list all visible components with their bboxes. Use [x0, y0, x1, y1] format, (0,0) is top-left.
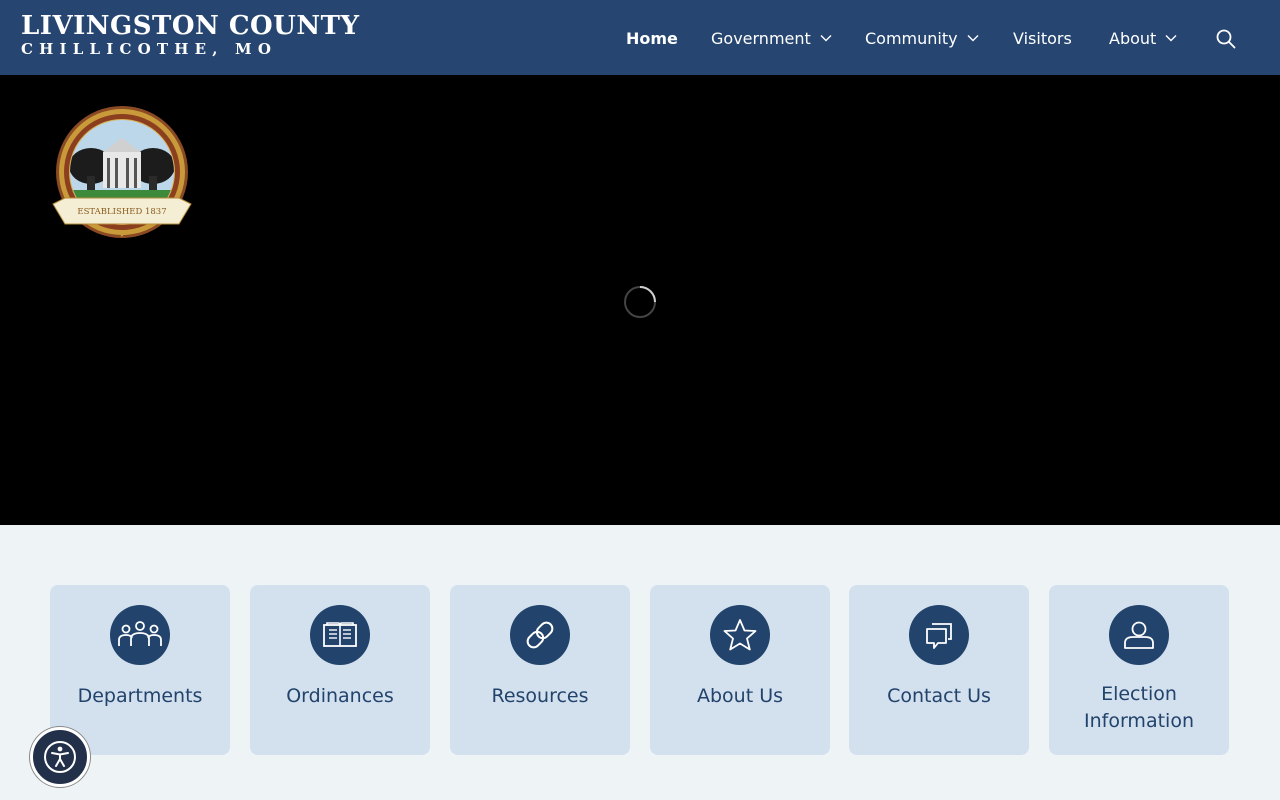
quick-link-resources[interactable]: Resources [450, 585, 630, 755]
chat-bubbles-icon [909, 605, 969, 665]
quick-link-label: Ordinances [286, 685, 394, 707]
nav-home-label: Home [626, 28, 678, 48]
quick-link-label: About Us [696, 685, 784, 707]
site-logo[interactable]: LIVINGSTON COUNTY CHILLICOTHE, MO [21, 12, 360, 58]
chevron-down-icon [967, 35, 979, 42]
accessibility-button[interactable] [30, 727, 90, 787]
logo-title: LIVINGSTON COUNTY [21, 11, 360, 41]
nav-home[interactable]: Home [626, 28, 678, 48]
nav-community-label: Community [865, 28, 958, 48]
svg-text:★: ★ [119, 232, 124, 239]
star-icon [710, 605, 770, 665]
book-icon [310, 605, 370, 665]
quick-link-label: Resources [491, 685, 589, 707]
quick-link-label-line2: Information [1084, 710, 1194, 732]
quick-link-election-information[interactable]: Election Information [1049, 585, 1229, 755]
seal-banner-text: ESTABLISHED 1837 [77, 207, 166, 217]
logo-subtitle: CHILLICOTHE, MO [21, 40, 278, 58]
search-icon[interactable] [1216, 29, 1236, 49]
site-header: LIVINGSTON COUNTY CHILLICOTHE, MO Home G… [0, 0, 1280, 75]
nav-government-label: Government [711, 28, 811, 48]
quick-link-departments[interactable]: Departments [50, 585, 230, 755]
quick-link-ordinances[interactable]: Ordinances [250, 585, 430, 755]
chevron-down-icon [820, 35, 832, 42]
nav-government[interactable]: Government [711, 28, 832, 48]
quick-link-about-us[interactable]: About Us [650, 585, 830, 755]
quick-link-label: Election Information [1049, 681, 1229, 735]
link-icon [510, 605, 570, 665]
quick-link-label: Departments [77, 685, 203, 707]
county-seal-logo: ESTABLISHED 1837 ★ [52, 106, 192, 239]
person-icon [1109, 605, 1169, 665]
nav-visitors[interactable]: Visitors [1013, 28, 1072, 48]
accessibility-icon [44, 741, 76, 773]
quick-link-label-line1: Election [1101, 683, 1177, 705]
nav-about-label: About [1109, 28, 1157, 48]
loading-spinner-icon [624, 286, 656, 318]
nav-about[interactable]: About [1109, 28, 1177, 48]
quick-link-contact-us[interactable]: Contact Us [849, 585, 1029, 755]
people-group-icon [110, 605, 170, 665]
nav-visitors-label: Visitors [1013, 28, 1072, 48]
quick-link-label: Contact Us [887, 685, 991, 707]
nav-community[interactable]: Community [865, 28, 979, 48]
chevron-down-icon [1165, 35, 1177, 42]
